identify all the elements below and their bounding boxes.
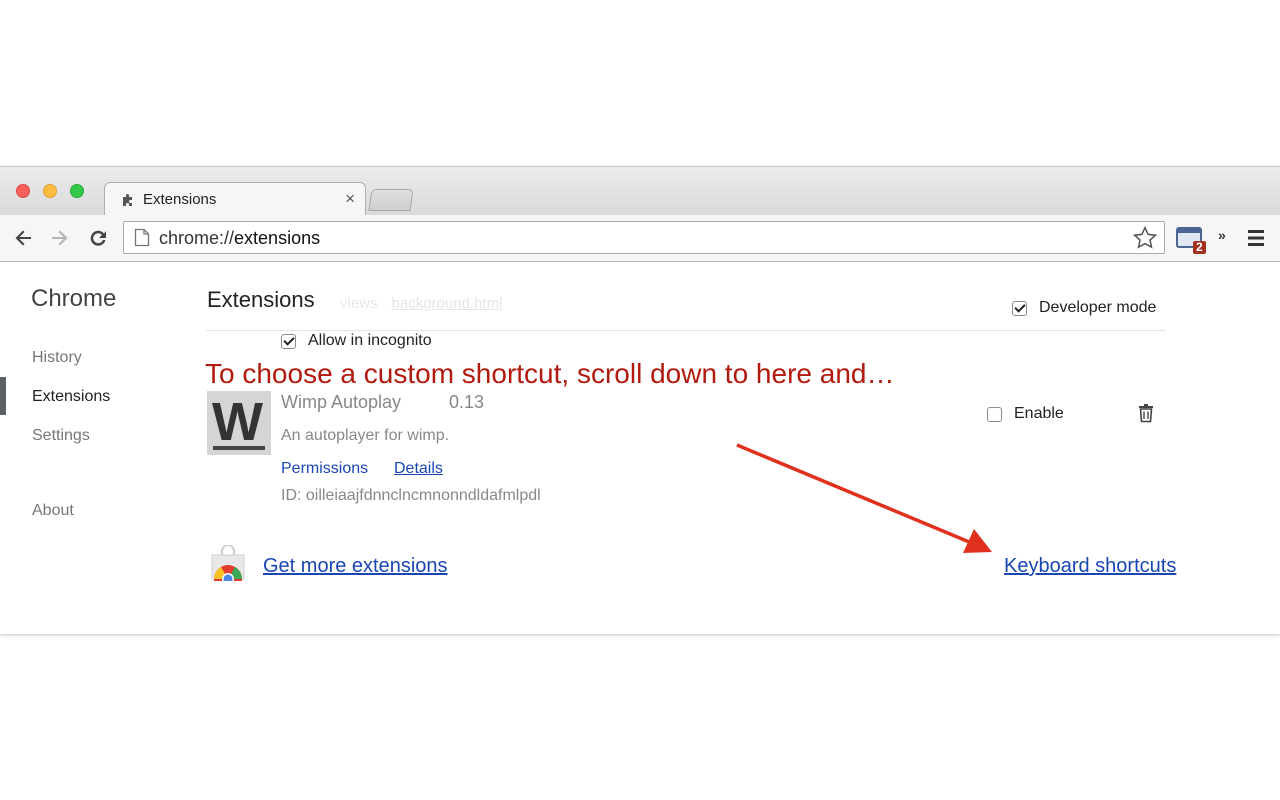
extension-icon-underline <box>213 446 265 450</box>
allow-incognito-label: Allow in incognito <box>308 332 432 349</box>
enable-label: Enable <box>1014 405 1064 422</box>
extension-action-button[interactable]: 2 <box>1176 225 1206 255</box>
sidebar-item-about[interactable]: About <box>32 502 74 520</box>
window-close-button[interactable] <box>16 184 30 198</box>
overflow-chevron-icon[interactable]: » <box>1218 227 1226 243</box>
sidebar-title: Chrome <box>31 285 117 312</box>
trash-icon[interactable] <box>1136 403 1156 423</box>
sidebar-item-extensions[interactable]: Extensions <box>32 388 110 406</box>
keyboard-shortcuts-link[interactable]: Keyboard shortcuts <box>1004 555 1176 578</box>
tab-strip: Extensions × <box>0 167 1280 216</box>
new-tab-button[interactable] <box>368 189 414 211</box>
extension-badge: 2 <box>1196 240 1203 254</box>
puzzle-icon <box>123 194 132 206</box>
reload-icon <box>90 230 106 246</box>
extension-icon: W <box>207 391 271 455</box>
window-maximize-button[interactable] <box>70 184 84 198</box>
sidebar-item-history[interactable]: History <box>32 349 82 367</box>
allow-incognito-toggle[interactable]: Allow in incognito <box>281 332 432 350</box>
tab-close-icon[interactable]: × <box>345 189 355 209</box>
reload-button[interactable] <box>85 225 111 251</box>
extensions-page: Chrome History Extensions Settings About… <box>0 263 1280 634</box>
web-store-icon <box>211 545 245 581</box>
sidebar-active-indicator <box>0 377 6 415</box>
url-text: chrome://extensions <box>159 228 321 248</box>
developer-mode-label: Developer mode <box>1039 299 1157 316</box>
toolbar: chrome://extensions 2 » <box>0 215 1280 262</box>
forward-arrow-icon <box>52 230 68 246</box>
page-title: Extensions <box>207 287 315 312</box>
faded-background-link: background.html <box>391 295 503 312</box>
sidebar-item-settings[interactable]: Settings <box>32 427 90 445</box>
extension-name: Wimp Autoplay <box>281 392 402 412</box>
tab-title: Extensions <box>143 191 217 208</box>
window-minimize-button[interactable] <box>43 184 57 198</box>
extension-version: 0.13 <box>449 392 485 412</box>
tab-extensions[interactable]: Extensions × <box>104 182 366 216</box>
developer-mode-toggle[interactable]: Developer mode <box>1012 299 1156 317</box>
tutorial-annotation: To choose a custom shortcut, scroll down… <box>205 358 895 389</box>
faded-inspect-views-text: views background.html <box>340 295 503 312</box>
annotation-arrow <box>736 443 992 553</box>
extension-id: ID: oilleiaajfdnnclncmnonndldafmlpdl <box>281 487 541 504</box>
browser-window: Extensions × chrome://extensions 2 » Chr… <box>0 166 1280 634</box>
extension-description: An autoplayer for wimp. <box>281 427 450 444</box>
menu-button[interactable] <box>1246 227 1266 249</box>
bookmark-star-icon[interactable] <box>1132 225 1158 251</box>
hamburger-menu-icon <box>1248 230 1264 246</box>
page-icon <box>134 228 150 247</box>
back-arrow-icon <box>15 230 31 246</box>
back-button[interactable] <box>10 225 36 251</box>
developer-mode-checkbox[interactable] <box>1012 300 1027 316</box>
extension-icon-letter: W <box>212 392 263 452</box>
details-link[interactable]: Details <box>394 460 443 478</box>
permissions-link[interactable]: Permissions <box>281 460 368 478</box>
forward-button[interactable] <box>47 225 73 251</box>
enable-checkbox[interactable] <box>987 406 1002 422</box>
address-bar[interactable]: chrome://extensions <box>123 221 1165 254</box>
allow-incognito-checkbox[interactable] <box>281 333 296 349</box>
enable-toggle[interactable]: Enable <box>987 405 1064 423</box>
header-divider <box>206 330 1166 331</box>
get-more-extensions-link[interactable]: Get more extensions <box>263 555 448 578</box>
